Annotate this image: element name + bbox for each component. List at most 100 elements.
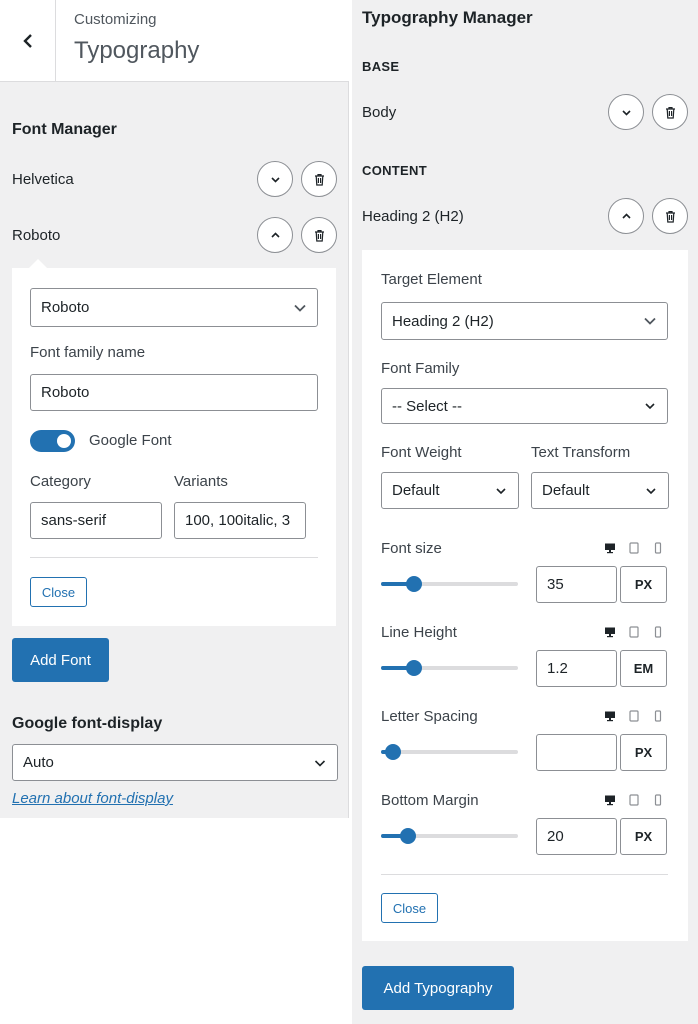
mobile-icon[interactable] [652, 794, 664, 806]
font-display-value: Auto [23, 754, 54, 771]
letter-spacing-input[interactable] [536, 734, 617, 771]
back-button[interactable] [0, 0, 56, 82]
google-font-label: Google Font [89, 432, 172, 449]
category-label: Category [30, 473, 91, 490]
font-family-select[interactable]: -- Select -- [381, 388, 668, 424]
device-switcher [604, 794, 664, 806]
chevron-down-icon [294, 304, 306, 312]
bottom-margin-unit[interactable]: PX [620, 818, 667, 855]
typography-item-label: Heading 2 (H2) [362, 207, 464, 225]
text-transform-select[interactable]: Default [531, 472, 669, 509]
font-size-unit[interactable]: PX [620, 566, 667, 603]
typography-manager-title: Typography Manager [362, 8, 533, 27]
delete-button[interactable] [652, 198, 688, 234]
typography-item-h2: Heading 2 (H2) [362, 197, 688, 235]
chevron-down-icon [314, 759, 326, 767]
typography-manager-panel: Typography Manager BASE Body CONTENT Hea… [352, 0, 698, 1024]
close-button[interactable]: Close [30, 577, 87, 607]
desktop-icon[interactable] [604, 542, 616, 554]
variants-input[interactable]: 100, 100italic, 3 [174, 502, 306, 539]
font-manager-title: Font Manager [12, 121, 117, 138]
font-weight-select[interactable]: Default [381, 472, 519, 509]
chevron-down-icon [496, 487, 506, 494]
typography-item-body: Body [362, 93, 688, 131]
expand-button[interactable] [608, 94, 644, 130]
chevron-up-icon [621, 212, 631, 219]
close-button[interactable]: Close [381, 893, 438, 923]
font-weight-value: Default [392, 482, 440, 499]
font-display-select[interactable]: Auto [12, 744, 338, 781]
card-divider [381, 874, 668, 875]
category-input[interactable]: sans-serif [30, 502, 162, 539]
font-size-input[interactable]: 35 [536, 566, 617, 603]
collapse-button[interactable] [257, 217, 293, 253]
letter-spacing-unit[interactable]: PX [620, 734, 667, 771]
slider-thumb[interactable] [405, 660, 422, 676]
family-name-label: Font family name [30, 344, 146, 361]
font-display-link[interactable]: Learn about font-display [12, 790, 173, 807]
line-height-input[interactable]: 1.2 [536, 650, 617, 687]
family-name-input[interactable]: Roboto [30, 374, 318, 411]
font-size-slider[interactable] [381, 576, 518, 592]
slider-track [381, 750, 518, 754]
line-height-slider[interactable] [381, 660, 518, 676]
trash-icon [314, 229, 324, 242]
letter-spacing-slider[interactable] [381, 744, 518, 760]
text-transform-label: Text Transform [531, 444, 631, 461]
device-switcher [604, 542, 664, 554]
customizer-panel: Customizing Typography Font Manager Helv… [0, 0, 349, 818]
tablet-icon[interactable] [628, 626, 640, 638]
mobile-icon[interactable] [652, 626, 664, 638]
mobile-icon[interactable] [652, 710, 664, 722]
font-editor-card: Roboto Font family name Roboto Google Fo… [12, 268, 336, 626]
target-element-label: Target Element [381, 271, 482, 288]
base-caption: BASE [362, 59, 400, 74]
chevron-up-icon [270, 231, 280, 238]
delete-button[interactable] [301, 161, 337, 197]
font-size-label: Font size [381, 540, 442, 557]
tablet-icon[interactable] [628, 794, 640, 806]
bottom-margin-input[interactable]: 20 [536, 818, 617, 855]
device-switcher [604, 626, 664, 638]
bottom-margin-slider[interactable] [381, 828, 518, 844]
google-font-toggle[interactable] [30, 430, 75, 452]
slider-thumb[interactable] [405, 576, 422, 592]
trash-icon [314, 173, 324, 186]
typography-editor-card: Target Element Heading 2 (H2) Font Famil… [362, 250, 688, 941]
customizer-header: Customizing Typography [0, 0, 349, 82]
font-item-helvetica: Helvetica [12, 160, 337, 198]
add-typography-button[interactable]: Add Typography [362, 966, 514, 1010]
font-display-title: Google font-display [12, 715, 163, 732]
chevron-down-icon [646, 487, 656, 494]
target-element-select[interactable]: Heading 2 (H2) [381, 302, 668, 340]
delete-button[interactable] [652, 94, 688, 130]
tablet-icon[interactable] [628, 710, 640, 722]
font-item-label: Roboto [12, 226, 61, 244]
typography-item-label: Body [362, 103, 397, 121]
mobile-icon[interactable] [652, 542, 664, 554]
card-divider [30, 557, 318, 558]
chevron-down-icon [645, 403, 655, 410]
content-caption: CONTENT [362, 163, 427, 178]
tablet-icon[interactable] [628, 542, 640, 554]
variants-label: Variants [174, 473, 228, 490]
expand-button[interactable] [257, 161, 293, 197]
desktop-icon[interactable] [604, 794, 616, 806]
font-weight-label: Font Weight [381, 444, 462, 461]
delete-button[interactable] [301, 217, 337, 253]
slider-thumb[interactable] [385, 744, 402, 760]
font-family-value: -- Select -- [392, 397, 463, 415]
chevron-down-icon [644, 317, 656, 325]
desktop-icon[interactable] [604, 626, 616, 638]
desktop-icon[interactable] [604, 710, 616, 722]
toggle-knob [57, 434, 71, 448]
collapse-button[interactable] [608, 198, 644, 234]
font-item-label: Helvetica [12, 170, 74, 188]
slider-thumb[interactable] [400, 828, 417, 844]
letter-spacing-label: Letter Spacing [381, 708, 478, 725]
font-select[interactable]: Roboto [30, 288, 318, 327]
chevron-down-icon [270, 176, 280, 183]
add-font-button[interactable]: Add Font [12, 638, 109, 682]
line-height-unit[interactable]: EM [620, 650, 667, 687]
chevron-down-icon [621, 109, 631, 116]
